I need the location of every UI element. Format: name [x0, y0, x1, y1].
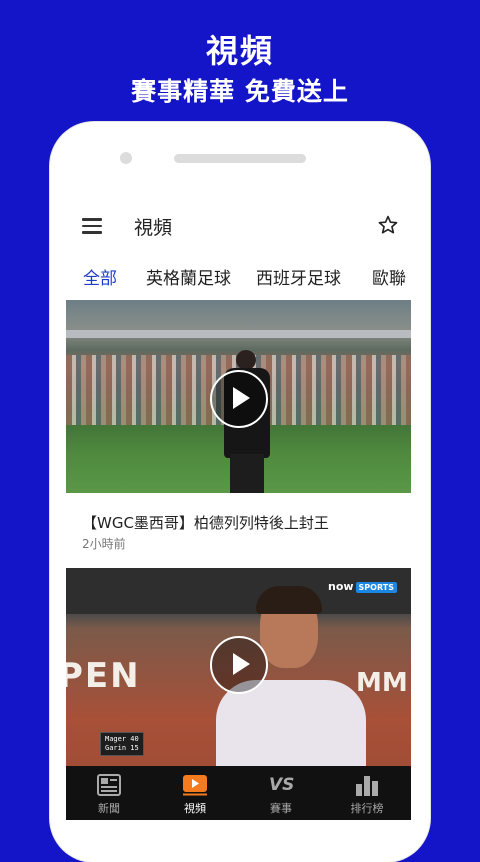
tab-all[interactable]: 全部 [83, 264, 117, 289]
broadcaster-logo: now SPORTS [328, 580, 397, 593]
promo-title: 視頻 [205, 32, 274, 70]
score-player2-points: 15 [130, 744, 139, 752]
nav-item-rankings[interactable]: 排行榜 [324, 766, 410, 820]
tab-spanish-football[interactable]: 西班牙足球 [256, 264, 341, 289]
vs-icon: VS [269, 775, 295, 795]
nav-label-rankings: 排行榜 [350, 802, 384, 815]
newspaper-icon [97, 774, 121, 796]
score-player1: Mager [105, 735, 127, 743]
play-button-icon[interactable] [210, 636, 268, 694]
front-camera [120, 152, 132, 164]
category-tabs: 全部 英格蘭足球 西班牙足球 歐聯 [66, 258, 411, 292]
grandstand-rail [66, 330, 411, 338]
broadcaster-name: now [327, 580, 354, 593]
video-icon [183, 775, 207, 796]
broadcaster-tag: SPORTS [355, 582, 397, 593]
tab-english-football[interactable]: 英格蘭足球 [146, 264, 231, 289]
score-player1-points: 40 [130, 735, 139, 743]
app-screen: 視頻 全部 英格蘭足球 西班牙足球 歐聯 【WGC墨西哥】柏德列列特後上封王 2… [66, 202, 411, 820]
article-title[interactable]: 【WGC墨西哥】柏德列列特後上封王 [82, 512, 329, 533]
scoreboard: Mager 40 Garin 15 [100, 732, 144, 756]
article-timestamp: 2小時前 [82, 537, 126, 551]
play-button-icon[interactable] [210, 370, 268, 428]
nav-item-video[interactable]: 視頻 [152, 766, 238, 820]
bar-chart-icon [356, 776, 378, 796]
app-bar: 視頻 [66, 202, 411, 250]
tab-europa[interactable]: 歐聯 [372, 264, 406, 289]
hamburger-menu-icon[interactable] [82, 218, 102, 234]
nav-label-matches: 賽事 [270, 802, 292, 815]
bottom-navigation: 新聞 視頻 VS 賽事 排行榜 [66, 766, 411, 820]
nav-item-matches[interactable]: VS 賽事 [238, 766, 324, 820]
video-thumbnail-golf[interactable] [66, 300, 411, 493]
nav-label-video: 視頻 [184, 802, 206, 815]
banner-text-left: PEN [66, 656, 141, 696]
earpiece-speaker [174, 154, 306, 163]
score-player2: Garin [105, 744, 127, 752]
promo-subtitle: 賽事精華 免費送上 [131, 77, 349, 106]
nav-label-news: 新聞 [98, 802, 120, 815]
star-icon[interactable] [377, 214, 399, 236]
page-title: 視頻 [134, 217, 173, 239]
nav-item-news[interactable]: 新聞 [66, 766, 152, 820]
